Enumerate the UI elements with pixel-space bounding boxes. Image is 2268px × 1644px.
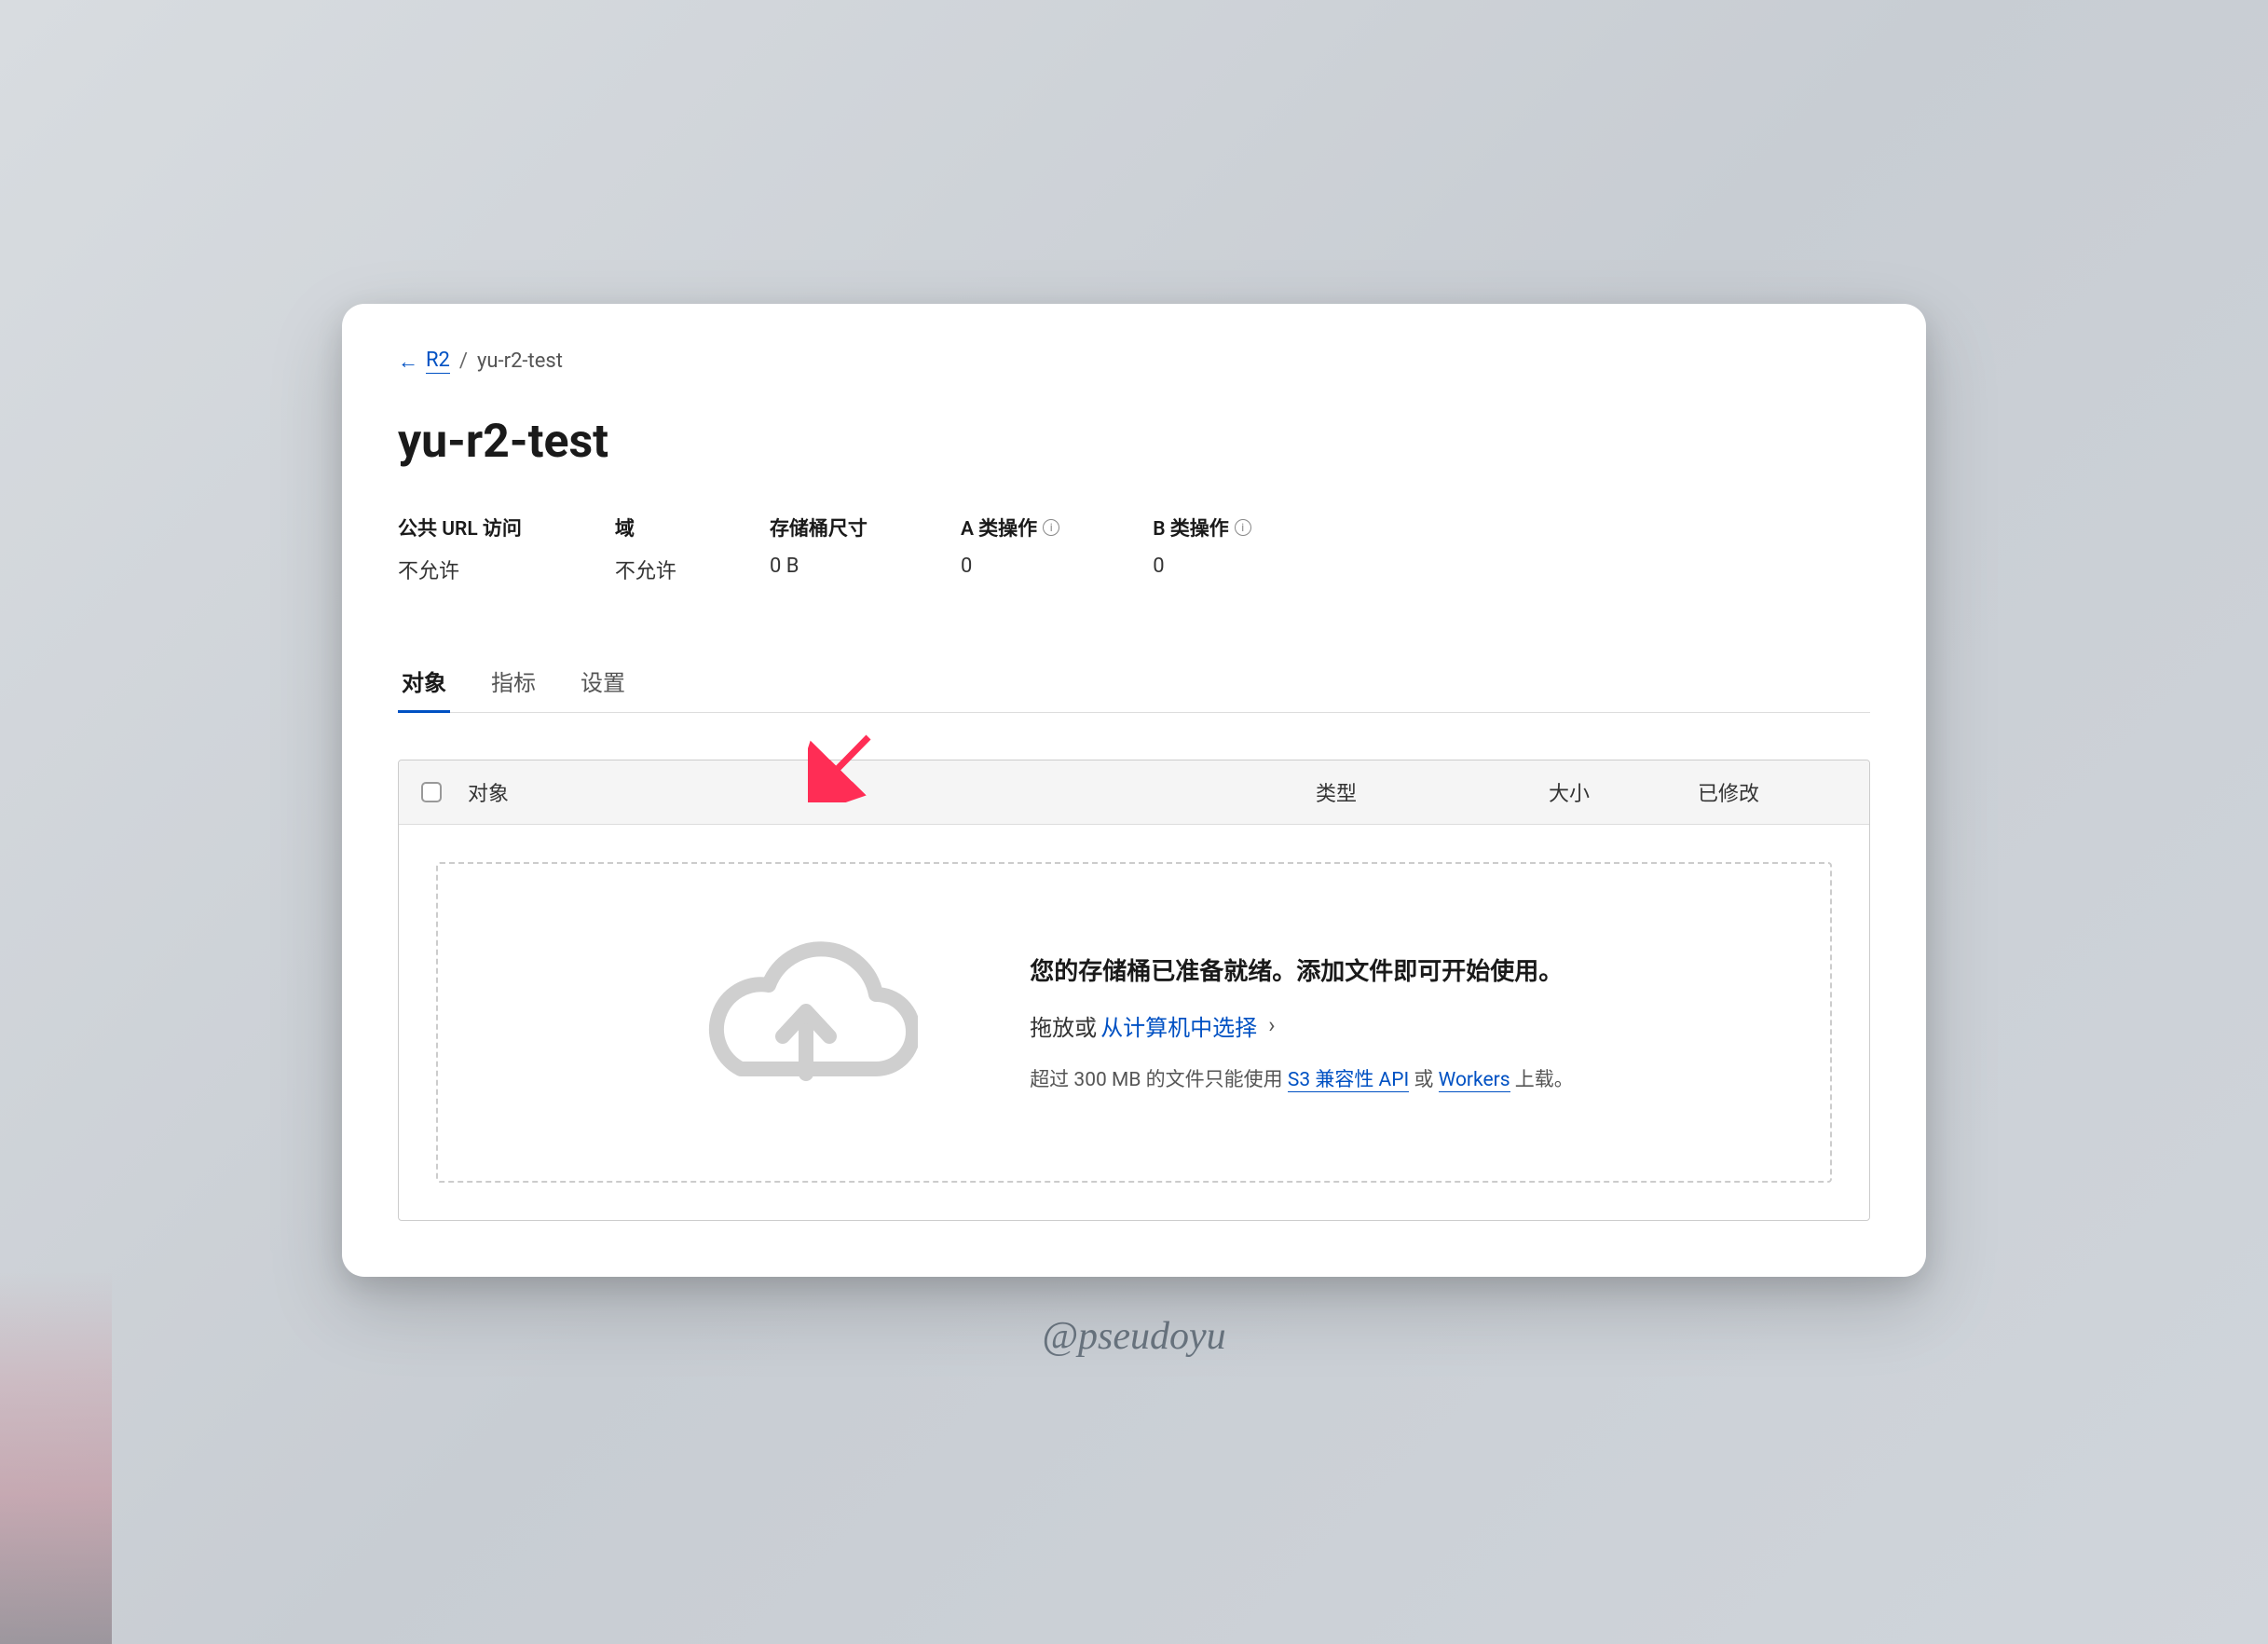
stat-label: A 类操作 i xyxy=(961,514,1059,541)
breadcrumb-back-link[interactable]: R2 xyxy=(426,349,450,374)
stat-value: 0 xyxy=(1153,555,1251,578)
dropzone-text: 您的存储桶已准备就绪。添加文件即可开始使用。 拖放或 从计算机中选择 › 超过 … xyxy=(1030,952,1574,1092)
hint-prefix: 超过 300 MB 的文件只能使用 xyxy=(1030,1069,1288,1091)
info-icon[interactable]: i xyxy=(1043,519,1059,536)
tab-objects[interactable]: 对象 xyxy=(398,651,450,713)
hint-suffix: 上载。 xyxy=(1510,1069,1574,1091)
tab-settings[interactable]: 设置 xyxy=(577,651,629,713)
tabs: 对象 指标 设置 xyxy=(398,651,1870,713)
stat-value: 不允许 xyxy=(398,555,522,584)
th-name: 对象 xyxy=(468,777,1316,807)
stat-label-text: A 类操作 xyxy=(961,514,1037,541)
dropzone-action: 拖放或 从计算机中选择 › xyxy=(1030,1009,1574,1042)
stat-label: B 类操作 i xyxy=(1153,514,1251,541)
back-arrow-icon[interactable]: ← xyxy=(398,349,418,374)
page-title: yu-r2-test xyxy=(398,415,1870,469)
breadcrumb-separator: / xyxy=(459,349,468,373)
dropzone-title: 您的存储桶已准备就绪。添加文件即可开始使用。 xyxy=(1030,952,1574,987)
dropzone-hint: 超过 300 MB 的文件只能使用 S3 兼容性 API 或 Workers 上… xyxy=(1030,1064,1574,1092)
th-checkbox xyxy=(421,782,468,802)
tab-metrics[interactable]: 指标 xyxy=(487,651,540,713)
cloud-upload-icon xyxy=(694,938,918,1106)
table-header-row: 对象 类型 大小 已修改 xyxy=(399,760,1869,825)
hint-mid: 或 xyxy=(1409,1069,1438,1091)
stat-label: 存储桶尺寸 xyxy=(770,514,868,541)
breadcrumb-current: yu-r2-test xyxy=(477,349,563,373)
stat-label: 域 xyxy=(615,514,676,541)
th-size: 大小 xyxy=(1549,777,1698,807)
stat-value: 0 B xyxy=(770,555,868,578)
stat-value: 不允许 xyxy=(615,555,676,584)
stat-bucket-size: 存储桶尺寸 0 B xyxy=(770,514,868,584)
select-from-computer-link[interactable]: 从计算机中选择 xyxy=(1100,1009,1257,1042)
stat-public-url: 公共 URL 访问 不允许 xyxy=(398,514,522,584)
stat-class-a: A 类操作 i 0 xyxy=(961,514,1059,584)
stat-label: 公共 URL 访问 xyxy=(398,514,522,541)
th-modified: 已修改 xyxy=(1698,777,1847,807)
stats-row: 公共 URL 访问 不允许 域 不允许 存储桶尺寸 0 B A 类操作 i 0 … xyxy=(398,514,1870,584)
watermark: @pseudoyu xyxy=(1042,1314,1225,1359)
stat-domain: 域 不允许 xyxy=(615,514,676,584)
th-type: 类型 xyxy=(1316,777,1549,807)
drag-prefix: 拖放或 xyxy=(1030,1009,1097,1042)
select-all-checkbox[interactable] xyxy=(421,782,442,802)
main-card: ← R2 / yu-r2-test yu-r2-test 公共 URL 访问 不… xyxy=(342,304,1926,1277)
workers-link[interactable]: Workers xyxy=(1439,1069,1510,1092)
chevron-right-icon: › xyxy=(1268,1012,1275,1038)
breadcrumb: ← R2 / yu-r2-test xyxy=(398,349,1870,374)
stat-label-text: B 类操作 xyxy=(1153,514,1229,541)
objects-table: 对象 类型 大小 已修改 您的存储桶已准备就绪。添加文件即可开始使用。 拖放或 … xyxy=(398,760,1870,1221)
s3-api-link[interactable]: S3 兼容性 API xyxy=(1288,1069,1409,1092)
upload-dropzone[interactable]: 您的存储桶已准备就绪。添加文件即可开始使用。 拖放或 从计算机中选择 › 超过 … xyxy=(436,862,1832,1183)
info-icon[interactable]: i xyxy=(1235,519,1251,536)
stat-class-b: B 类操作 i 0 xyxy=(1153,514,1251,584)
stat-value: 0 xyxy=(961,555,1059,578)
